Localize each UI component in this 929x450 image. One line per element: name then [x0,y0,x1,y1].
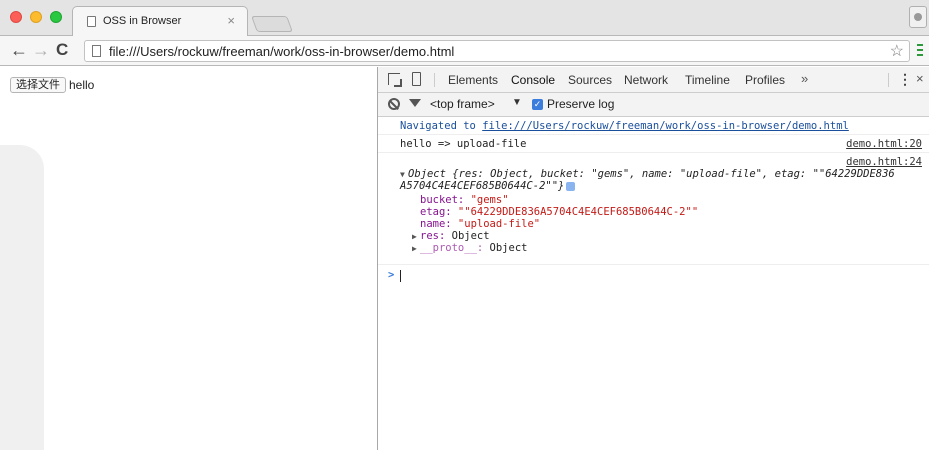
console-message: Navigated to file:///Users/rockuw/freema… [378,117,929,135]
tab-console[interactable]: Console [511,73,555,87]
expand-triangle-icon[interactable]: ▶ [412,232,417,241]
console-message: hello => upload-file demo.html:20 [378,135,929,153]
devtools-tab-bar: Elements Console Sources Network Timelin… [378,67,929,93]
tab-network[interactable]: Network [624,73,668,87]
navigated-url-link[interactable]: file:///Users/rockuw/freeman/work/oss-in… [482,120,849,132]
clear-console-icon[interactable] [388,98,400,110]
filter-icon[interactable] [409,99,421,107]
source-link[interactable]: demo.html:24 [846,156,922,168]
property-key: etag: [420,206,452,218]
console-output: Navigated to file:///Users/rockuw/freema… [378,117,929,450]
page-background-shape [0,145,44,450]
divider [434,73,435,87]
profile-icon[interactable] [909,6,927,28]
tab-timeline[interactable]: Timeline [685,73,730,87]
property-key: bucket: [420,194,465,206]
inspect-element-icon[interactable] [388,73,402,87]
object-summary-line-2[interactable]: A5704C4E4CEF685B0644C-2""} [400,180,564,192]
source-link[interactable]: demo.html:20 [846,138,922,150]
tab-close-icon[interactable]: × [227,13,235,28]
window-maximize-button[interactable] [50,11,62,23]
devtools-panel: Elements Console Sources Network Timelin… [377,67,929,450]
chevron-down-icon[interactable]: ▼ [512,97,522,108]
preserve-log-checkbox[interactable]: ✓ [532,99,543,110]
url-text[interactable]: file:///Users/rockuw/freeman/work/oss-in… [109,44,454,59]
expand-triangle-icon[interactable]: ▶ [412,244,417,253]
tab-title: OSS in Browser [103,15,182,27]
property-value: Object [483,242,528,254]
more-tabs-icon[interactable]: » [801,71,808,86]
window-close-button[interactable] [10,11,22,23]
new-tab-button[interactable] [251,16,293,32]
expand-triangle-icon[interactable]: ▼ [400,170,405,179]
browser-toolbar: ← → C file:///Users/rockuw/freeman/work/… [0,36,929,66]
console-input[interactable] [400,270,401,282]
tab-elements[interactable]: Elements [448,73,498,87]
property-key: res: [420,230,446,242]
bookmark-star-icon[interactable]: ☆ [890,41,904,61]
chosen-file-name: hello [69,78,95,92]
console-prompt-icon: > [388,269,395,281]
reload-button[interactable]: C [56,40,68,60]
browser-menu-icon[interactable] [917,41,927,59]
tab-sources[interactable]: Sources [568,73,612,87]
devtools-close-icon[interactable]: × [916,71,924,86]
browser-tab[interactable]: OSS in Browser × [72,6,248,36]
property-value: "gems" [464,194,509,206]
log-text: hello => upload-file [400,138,527,150]
navigated-prefix: Navigated to [400,120,483,132]
page-viewport: 选择文件 hello [0,67,377,450]
devtools-menu-icon[interactable]: ⋮ [898,71,912,88]
choose-file-button[interactable]: 选择文件 [10,77,66,93]
property-key: __proto__: [420,242,484,254]
tab-profiles[interactable]: Profiles [745,73,785,87]
preserve-log-label[interactable]: Preserve log [547,97,614,111]
tab-strip: OSS in Browser × [0,0,929,36]
property-value: ""64229DDE836A5704C4E4CEF685B0644C-2"" [451,206,699,218]
console-toolbar: <top frame> ▼ ✓ Preserve log [378,93,929,117]
context-selector[interactable]: <top frame> [430,97,495,111]
address-bar[interactable]: file:///Users/rockuw/freeman/work/oss-in… [84,40,910,62]
window-minimize-button[interactable] [30,11,42,23]
property-value: Object [445,230,490,242]
property-key: name: [420,218,452,230]
info-icon [566,181,576,191]
property-value: "upload-file" [451,218,541,230]
back-button[interactable]: ← [10,40,28,60]
page-icon [87,16,96,27]
console-message: demo.html:24 ▼ Object {res: Object, buck… [378,153,929,265]
object-summary-line-1[interactable]: Object {res: Object, bucket: "gems", nam… [408,168,895,180]
divider [888,73,889,87]
page-icon [92,45,101,57]
forward-button[interactable]: → [32,40,50,60]
device-mode-icon[interactable] [412,72,421,86]
